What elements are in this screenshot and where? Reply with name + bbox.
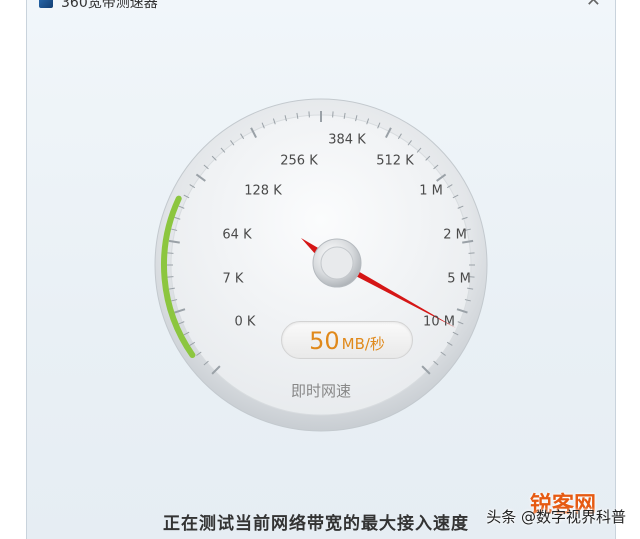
- speed-gauge: 0 K 7 K 64 K 128 K 256 K 384 K 512 K 1 M…: [151, 95, 491, 435]
- speed-unit: MB/秒: [341, 335, 385, 353]
- app-logo-icon: [39, 0, 53, 8]
- scale-label-384k: 384 K: [328, 132, 366, 148]
- speed-caption: 即时网速: [290, 382, 352, 400]
- watermark-text: 头条 @数字视界科普: [486, 508, 626, 526]
- speed-test-window: 360宽带测速器 ✕ 0 K 7 K 64 K 128 K 256 K 384 …: [26, 0, 616, 539]
- scale-label-0k: 0 K: [234, 314, 256, 330]
- scale-label-256k: 256 K: [280, 153, 318, 169]
- scale-label-7k: 7 K: [222, 271, 244, 287]
- window-title: 360宽带测速器: [61, 0, 158, 11]
- scale-label-128k: 128 K: [244, 183, 282, 199]
- close-button[interactable]: ✕: [586, 0, 601, 11]
- scale-label-512k: 512 K: [376, 153, 414, 169]
- title-bar: 360宽带测速器 ✕: [27, 0, 615, 12]
- scale-label-2m: 2 M: [443, 227, 467, 243]
- scale-label-1m: 1 M: [419, 183, 443, 199]
- speed-readout: 50 MB/秒: [281, 321, 413, 359]
- status-message: 正在测试当前网络带宽的最大接入速度: [163, 514, 469, 534]
- scale-label-5m: 5 M: [447, 271, 471, 287]
- gauge-hub-inner: [320, 246, 354, 280]
- scale-label-64k: 64 K: [222, 227, 252, 243]
- speed-value: 50: [309, 327, 340, 355]
- scale-label-10m: 10 M: [423, 314, 455, 330]
